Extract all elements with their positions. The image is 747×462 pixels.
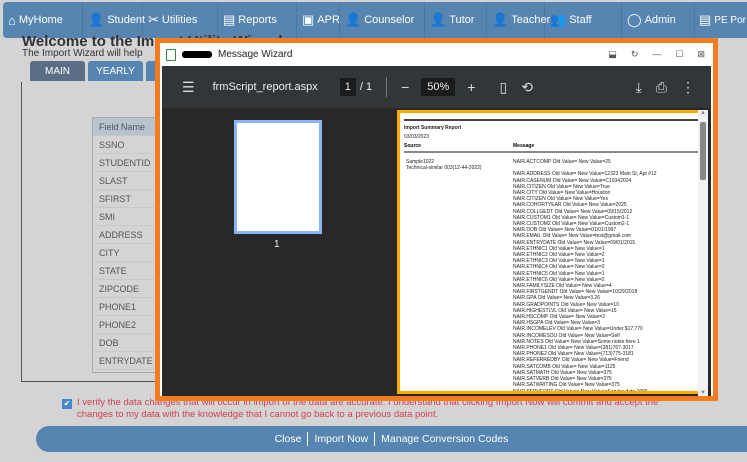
thumbnail-page-number: 1 <box>274 239 280 250</box>
app-icon <box>166 48 176 61</box>
nav-label: MyHome <box>18 14 63 26</box>
dialog-title: Message Wizard <box>218 49 293 60</box>
pdf-viewer: ☰ frmScript_report.aspx 1 / 1 − 50% + ▯ … <box>162 66 711 396</box>
nav-icon: 👤 <box>430 12 447 27</box>
menu-icon[interactable]: ☰ <box>182 79 195 96</box>
message-line: NAIR.INCOMELEV Old Value= New Value=Unde… <box>513 326 643 333</box>
zoom-input[interactable]: 50% <box>421 78 456 96</box>
zoom-out-icon[interactable]: − <box>401 79 409 95</box>
field-row: PHONE2 <box>93 316 161 334</box>
field-table-header: Field Name <box>93 118 161 136</box>
field-row: CITY <box>93 244 161 262</box>
field-row: SLAST <box>93 172 161 190</box>
nav-label: PE Por <box>714 14 746 26</box>
nav-item-admin[interactable]: ◯ Admin <box>622 2 695 38</box>
message-line: NAIR.ENTRYDATE Old Value= New Value=09/0… <box>513 239 636 246</box>
tab-main[interactable]: MAIN <box>30 61 85 81</box>
dialog-titlebar[interactable]: Message Wizard ⬓ ↻ — ☐ ⊠ <box>160 43 713 66</box>
redacted-name <box>182 51 212 58</box>
nav-label: Utilities <box>161 14 198 26</box>
message-wizard-dialog: Message Wizard ⬓ ↻ — ☐ ⊠ ☰ frmScript_rep… <box>155 38 718 401</box>
field-row: PHONE1 <box>93 298 161 316</box>
nav-label: Student <box>107 14 146 26</box>
nav-label: Staff <box>569 14 592 26</box>
scroll-down-icon[interactable]: ▼ <box>698 390 708 396</box>
nav-label: Admin <box>644 14 676 26</box>
nav-icon: 👤 <box>345 12 362 27</box>
nav-icon: 👤 <box>492 12 509 27</box>
page-input[interactable]: 1 <box>339 78 356 96</box>
nav-item-apr[interactable]: ▣ APR <box>297 2 340 38</box>
print-icon[interactable]: ⎙ <box>656 79 667 96</box>
nav-icon: ⌂ <box>8 12 16 28</box>
col-message: Message <box>513 143 535 150</box>
maximize-icon[interactable]: ☐ <box>675 49 683 60</box>
pdf-page: Import Summary Report 03/03/2023 Source M… <box>397 110 705 394</box>
restore-icon[interactable]: ⬓ <box>608 49 617 60</box>
col-source: Source <box>404 143 421 150</box>
field-row: ADDRESS <box>93 226 161 244</box>
message-line: NAIR.ADDRESS Old Value= New Value=12323 … <box>513 171 657 178</box>
field-row: DOB <box>93 334 161 352</box>
scroll-up-icon[interactable]: ▲ <box>698 110 708 116</box>
manage-conversion-codes-button[interactable]: Manage Conversion Codes <box>381 433 508 445</box>
nav-item-tutor[interactable]: 👤 Tutor <box>425 2 487 38</box>
tab-yearly[interactable]: YEARLY <box>88 61 143 81</box>
field-row: ZIPCODE <box>93 280 161 298</box>
scrollbar-thumb[interactable] <box>700 122 706 180</box>
import-now-button[interactable]: Import Now <box>314 433 368 445</box>
field-row: SSNO <box>93 136 161 154</box>
nav-item-teacher[interactable]: 👤 Teacher <box>487 2 550 38</box>
nav-icon: 👥 <box>550 12 567 27</box>
report-date: 03/03/2023 <box>404 134 430 141</box>
more-icon[interactable]: ⋮ <box>681 79 695 96</box>
source-line: Technical-similar 003(12-44-2022) <box>406 165 482 172</box>
nav-icon: ▤ <box>699 12 712 27</box>
refresh-icon[interactable]: ↻ <box>631 49 639 60</box>
zoom-in-icon[interactable]: + <box>467 79 475 95</box>
minimize-icon[interactable]: — <box>652 49 661 60</box>
nav-label: Reports <box>238 14 277 26</box>
download-icon[interactable]: ⤓ <box>636 79 642 96</box>
nav-label: APR <box>317 14 340 26</box>
nav-item-pe-por[interactable]: ▤ PE Por <box>695 2 747 38</box>
footer-bar: Close Import Now Manage Conversion Codes <box>36 426 747 452</box>
nav-icon: ✂ <box>148 12 159 27</box>
field-row: STATE <box>93 262 161 280</box>
field-row: SMI <box>93 208 161 226</box>
field-row: SFIRST <box>93 190 161 208</box>
close-icon[interactable]: ⊠ <box>697 49 705 60</box>
message-line: NAIR.SERVEDDT Old Value= New Value=Servi… <box>513 388 648 394</box>
page-subtitle: The Import Wizard will help <box>22 48 143 59</box>
nav-icon: ▣ <box>302 12 315 27</box>
field-row: STUDENTID <box>93 154 161 172</box>
nav-icon: ◯ <box>627 12 642 27</box>
report-messages: NAIR.ACTCOMP Old Value= New Value=25 NAIR… <box>513 159 657 394</box>
nav-label: Tutor <box>449 14 475 26</box>
report-source: Sample1022 Technical-similar 003(12-44-2… <box>406 159 482 171</box>
nav-item-counselor[interactable]: 👤 Counselor <box>340 2 425 38</box>
pdf-filename: frmScript_report.aspx <box>212 81 318 93</box>
nav-icon: 👤 <box>88 12 105 27</box>
pdf-toolbar: ☰ frmScript_report.aspx 1 / 1 − 50% + ▯ … <box>162 66 711 108</box>
nav-item-staff[interactable]: 👥 Staff <box>545 2 622 38</box>
pdf-scrollbar[interactable]: ▲ ▼ <box>698 110 708 396</box>
page-count: / 1 <box>359 81 373 93</box>
verify-checkbox[interactable]: ✔ <box>62 399 72 409</box>
fit-page-icon[interactable]: ▯ <box>499 79 507 96</box>
report-title: Import Summary Report <box>404 125 462 131</box>
nav-icon: ▤ <box>223 12 236 27</box>
rotate-icon[interactable]: ⟲ <box>521 79 533 96</box>
field-table: Field Name SSNO STUDENTID SLAST SFIRST SMI AD… <box>92 117 162 373</box>
close-button[interactable]: Close <box>275 433 302 445</box>
nav-label: Counselor <box>364 14 415 26</box>
page-thumbnail[interactable] <box>234 120 322 234</box>
field-row: ENTRYDATE <box>93 352 161 370</box>
